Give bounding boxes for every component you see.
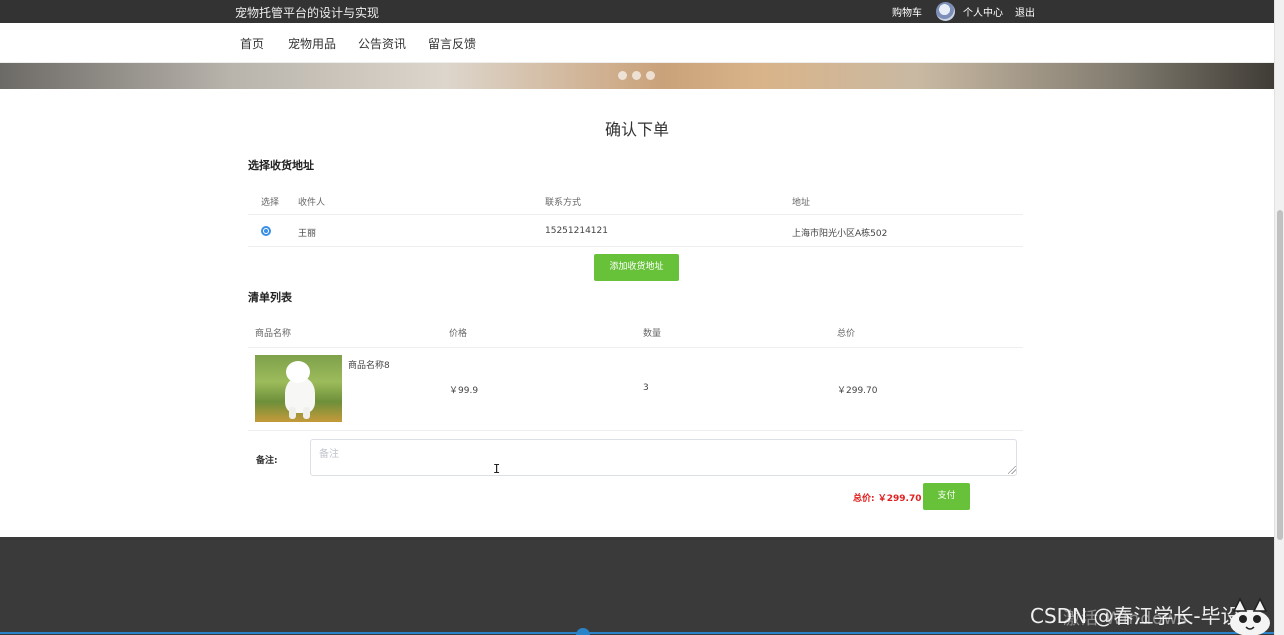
address-section-title: 选择收货地址 <box>248 159 314 172</box>
avatar[interactable] <box>936 2 955 21</box>
address-cell: 上海市阳光小区A栋502 <box>792 229 888 239</box>
header-quantity: 数量 <box>643 329 662 339</box>
table-header: 商品名称 价格 数量 总价 <box>248 316 1023 348</box>
header-product-name: 商品名称 <box>255 329 292 339</box>
page-title: 确认下单 <box>604 120 669 139</box>
carousel-dot[interactable] <box>632 71 641 80</box>
table-row: 商品名称8 ￥99.9 3 ￥299.70 <box>248 348 1023 431</box>
cart-link[interactable]: 购物车 <box>892 4 922 19</box>
dog-leg <box>289 407 296 419</box>
contact-cell: 15251214121 <box>545 226 608 236</box>
address-radio[interactable] <box>261 226 271 236</box>
header-address: 地址 <box>792 198 811 208</box>
pay-button[interactable]: 支付 <box>923 483 970 510</box>
dog-head <box>286 361 310 383</box>
scrollbar[interactable] <box>1274 0 1284 635</box>
add-address-button[interactable]: 添加收货地址 <box>594 254 679 281</box>
site-title: 宠物托管平台的设计与实现 <box>235 6 380 20</box>
nav-item-home[interactable]: 首页 <box>240 35 264 52</box>
order-section-title: 清单列表 <box>248 291 292 304</box>
csdn-watermark: CSDN @春江学长-毕设 <box>1030 604 1241 628</box>
scrollbar-thumb[interactable] <box>1277 210 1283 540</box>
table-header: 选择 收件人 联系方式 地址 <box>248 184 1023 215</box>
nav-item-announcements[interactable]: 公告资讯 <box>358 35 406 52</box>
order-total: 总价: ￥299.70 <box>853 494 922 504</box>
carousel-dot[interactable] <box>646 71 655 80</box>
table-row[interactable]: 王丽 15251214121 上海市阳光小区A栋502 <box>248 215 1023 247</box>
recipient-cell: 王丽 <box>298 229 317 239</box>
top-links: 购物车 个人中心 退出 <box>880 0 1035 23</box>
carousel-indicators <box>618 71 655 80</box>
header-price: 价格 <box>449 329 468 339</box>
remark-textarea[interactable] <box>310 439 1017 476</box>
quantity-cell: 3 <box>643 383 649 393</box>
logout-link[interactable]: 退出 <box>1015 4 1035 19</box>
dog-leg <box>303 407 310 419</box>
taskbar-edge <box>0 632 1274 634</box>
nav-item-pet-supplies[interactable]: 宠物用品 <box>288 35 336 52</box>
text-cursor-icon: I <box>493 462 501 476</box>
carousel-dot[interactable] <box>618 71 627 80</box>
top-bar: 宠物托管平台的设计与实现 购物车 个人中心 退出 <box>0 0 1274 23</box>
taskbar-indicator <box>576 628 590 635</box>
remark-label: 备注: <box>256 456 278 466</box>
subtotal-cell: ￥299.70 <box>837 386 878 396</box>
banner-carousel <box>0 63 1274 89</box>
resize-grip-icon[interactable] <box>1008 466 1016 474</box>
header-total: 总价 <box>837 329 856 339</box>
header-contact: 联系方式 <box>545 198 582 208</box>
profile-link[interactable]: 个人中心 <box>963 4 1003 19</box>
price-cell: ￥99.9 <box>449 386 479 396</box>
cat-mascot-icon <box>1230 597 1270 635</box>
product-image[interactable] <box>255 355 342 422</box>
product-name-cell: 商品名称8 <box>348 361 390 371</box>
header-recipient: 收件人 <box>298 198 326 208</box>
nav-item-feedback[interactable]: 留言反馈 <box>428 35 476 52</box>
main-nav: 首页 宠物用品 公告资讯 留言反馈 <box>0 23 1274 63</box>
header-select: 选择 <box>261 198 280 208</box>
